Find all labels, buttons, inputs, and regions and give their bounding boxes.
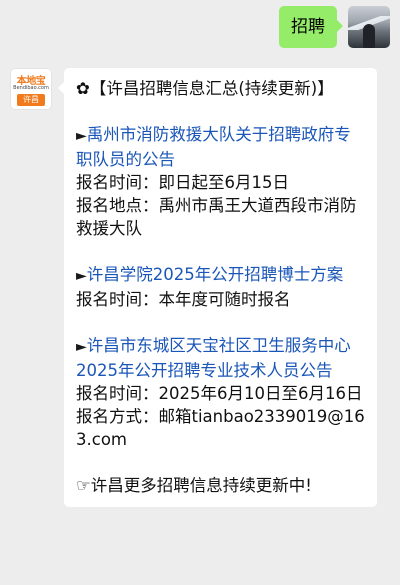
triangle-bullet-icon: ► xyxy=(76,128,87,144)
email-label: 报名方式：邮箱 xyxy=(76,407,192,426)
message-footer: ☞许昌更多招聘信息持续更新中! xyxy=(76,474,365,497)
bendibao-avatar[interactable]: 本地宝 Bendibao.com 许昌 xyxy=(10,68,52,110)
incoming-message-bubble[interactable]: ✿【许昌招聘信息汇总(持续更新)】 ►禹州市消防救援大队关于招聘政府专职队员的公… xyxy=(58,68,377,507)
job-item-3: ►许昌市东城区天宝社区卫生服务中心2025年公开招聘专业技术人员公告 xyxy=(76,334,365,382)
outgoing-message-bubble[interactable]: 招聘 xyxy=(279,6,343,48)
job-link-3[interactable]: 许昌市东城区天宝社区卫生服务中心2025年公开招聘专业技术人员公告 xyxy=(76,336,351,380)
avatar-person-silhouette xyxy=(363,24,375,48)
bendibao-logo-domain: Bendibao.com xyxy=(13,85,49,91)
triangle-bullet-icon: ► xyxy=(76,268,87,284)
bendibao-city-tag: 许昌 xyxy=(17,94,45,106)
message-title-text: 【许昌招聘信息汇总(持续更新)】 xyxy=(89,79,334,98)
job-item-2: ►许昌学院2025年公开招聘博士方案 xyxy=(76,263,365,288)
user-avatar[interactable] xyxy=(348,6,390,48)
job-link-2[interactable]: 许昌学院2025年公开招聘博士方案 xyxy=(87,265,344,284)
job-1-detail: 报名时间：即日起至6月15日 xyxy=(76,173,289,192)
job-link-1[interactable]: 禹州市消防救援大队关于招聘政府专职队员的公告 xyxy=(76,125,351,169)
outgoing-message-row: 招聘 xyxy=(279,6,390,48)
message-title: ✿【许昌招聘信息汇总(持续更新)】 xyxy=(76,77,365,100)
job-1-detail: 报名地点：禹州市禹王大道西段市消防救援大队 xyxy=(76,196,357,238)
pointing-hand-icon: ☞ xyxy=(76,476,91,495)
job-item-1: ►禹州市消防救援大队关于招聘政府专职队员的公告 xyxy=(76,123,365,171)
job-3-detail: 报名时间：2025年6月10日至6月16日 xyxy=(76,384,363,403)
triangle-bullet-icon: ► xyxy=(76,339,87,355)
footer-text: 许昌更多招聘信息持续更新中! xyxy=(90,476,312,495)
job-3-email-line: 报名方式：邮箱tianbao2339019@163.com xyxy=(76,405,365,451)
outgoing-message-text: 招聘 xyxy=(291,17,325,37)
job-2-detail: 报名时间：本年度可随时报名 xyxy=(76,290,291,309)
flower-icon: ✿ xyxy=(76,79,90,98)
